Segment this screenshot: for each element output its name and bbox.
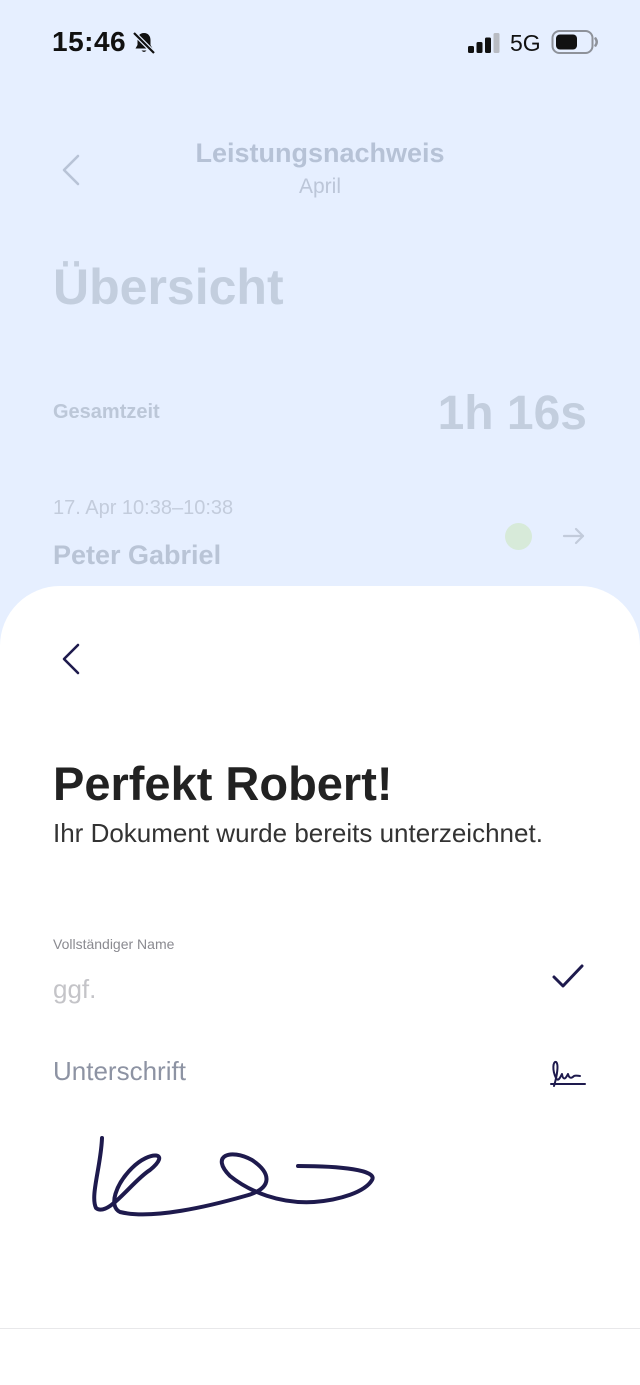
signature-drawing[interactable] [80,1126,390,1226]
checkmark-icon [552,964,584,988]
entry-status-check-icon [505,523,532,550]
divider [0,1328,640,1329]
full-name-input[interactable] [53,969,513,1009]
background-heading: Übersicht [53,259,284,315]
background-screen: Leistungsnachweis April Übersicht Gesamt… [0,0,640,600]
arrow-right-icon[interactable] [562,524,586,548]
chevron-left-icon[interactable] [58,642,86,676]
signature-label: Unterschrift [53,1056,186,1086]
total-time-label: Gesamtzeit [53,401,160,423]
entry-name[interactable]: Peter Gabriel [53,540,221,571]
entry-date: 17. Apr 10:38–10:38 [53,497,234,519]
sheet-subtitle: Ihr Dokument wurde bereits unterzeichnet… [53,818,543,848]
total-time-value: 1h 16s [437,387,587,440]
full-name-label: Vollständiger Name [53,936,175,952]
background-title: Leistungsnachweis [195,138,445,168]
sheet-title: Perfekt Robert! [53,757,393,810]
signature-icon[interactable] [547,1056,587,1092]
signature-sheet: Perfekt Robert! Ihr Dokument wurde berei… [0,586,640,1385]
background-subtitle: April [298,175,341,198]
